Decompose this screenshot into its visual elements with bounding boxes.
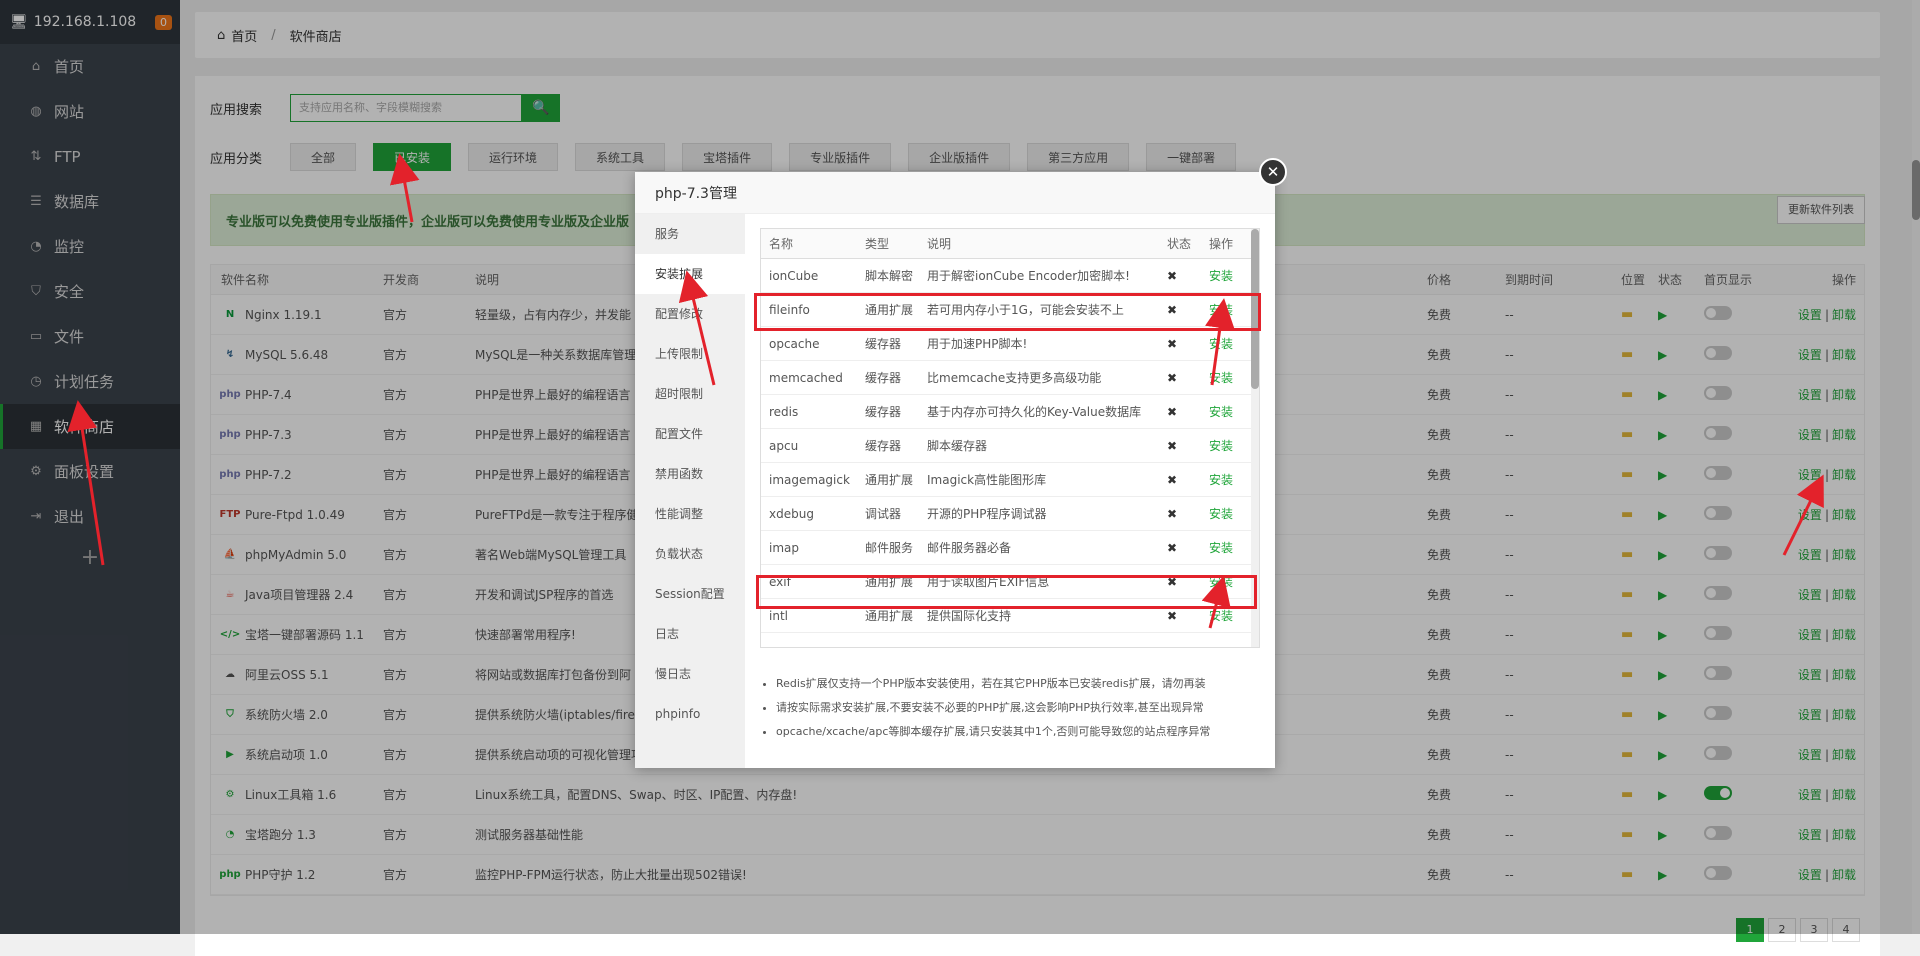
modal-menu-item-6[interactable]: 禁用函数 [635,454,745,494]
extension-desc: 脚本缓存器 [927,439,988,453]
not-installed-icon: ✖ [1167,438,1178,453]
extension-desc: 用于加速PHP脚本! [927,337,1028,351]
install-button[interactable]: 安装 [1209,505,1233,522]
extension-name: memcached [769,370,843,385]
modal-menu-item-2[interactable]: 配置修改 [635,294,745,334]
extension-name: opcache [769,336,820,351]
not-installed-icon: ✖ [1167,608,1178,623]
install-button[interactable]: 安装 [1209,335,1233,352]
extension-type: 邮件服务 [865,541,914,555]
install-button[interactable]: 安装 [1209,573,1233,590]
extension-row: xdebug 调试器 开源的PHP程序调试器 ✖ 安装 [761,497,1259,531]
extension-name: ionCube [769,268,819,283]
extension-type: 通用扩展 [865,303,914,317]
extension-type: 缓存器 [865,371,902,385]
extension-desc: 用于解密ionCube Encoder加密脚本! [927,269,1130,283]
note-item: 请按实际需求安装扩展,不要安装不必要的PHP扩展,这会影响PHP执行效率,甚至出… [776,696,1260,720]
extension-row: opcache 缓存器 用于加速PHP脚本! ✖ 安装 [761,327,1259,361]
extension-name: apcu [769,438,799,453]
modal-menu-item-7[interactable]: 性能调整 [635,494,745,534]
modal-menu-item-10[interactable]: 日志 [635,614,745,654]
extension-row: memcached 缓存器 比memcache支持更多高级功能 ✖ 安装 [761,361,1259,395]
modal-menu-item-12[interactable]: phpinfo [635,694,745,734]
extension-name: intl [769,608,788,623]
extension-type: 通用扩展 [865,609,914,623]
extension-desc: 若可用内存小于1G，可能会安装不上 [927,303,1124,317]
ext-col-op: 操作 [1209,237,1234,251]
not-installed-icon: ✖ [1167,540,1178,555]
extension-type: 缓存器 [865,439,902,453]
extension-desc: 邮件服务器必备 [927,541,1012,555]
extension-row: imagemagick 通用扩展 Imagick高性能图形库 ✖ 安装 [761,463,1259,497]
extension-row: fileinfo 通用扩展 若可用内存小于1G，可能会安装不上 ✖ 安装 [761,293,1259,327]
extension-desc: Imagick高性能图形库 [927,473,1047,487]
modal-menu-item-8[interactable]: 负载状态 [635,534,745,574]
install-button[interactable]: 安装 [1209,539,1233,556]
modal-menu-item-9[interactable]: Session配置 [635,574,745,614]
modal-menu: 服务 安装扩展 配置修改 上传限制 超时限制 配置文件 禁用函数 性能调整 负载状态 Sessio… [635,214,745,768]
extension-row: ionCube 脚本解密 用于解密ionCube Encoder加密脚本! ✖ 安装 [761,259,1259,293]
ext-col-desc: 说明 [927,237,952,251]
modal-menu-item-5[interactable]: 配置文件 [635,414,745,454]
modal-body: 名称 类型 说明 状态 操作 ionCube 脚本解密 用于解密ionCube En… [760,228,1260,744]
extension-name: redis [769,404,799,419]
extension-name: imap [769,540,799,555]
ext-col-status: 状态 [1167,237,1192,251]
extension-row: exif 通用扩展 用于读取图片EXIF信息 ✖ 安装 [761,565,1259,599]
not-installed-icon: ✖ [1167,302,1178,317]
modal-menu-item-1[interactable]: 安装扩展 [635,254,745,294]
ext-col-name: 名称 [769,237,794,251]
not-installed-icon: ✖ [1167,506,1178,521]
extension-type: 脚本解密 [865,269,914,283]
not-installed-icon: ✖ [1167,370,1178,385]
extension-type: 通用扩展 [865,575,914,589]
extension-row: intl 通用扩展 提供国际化支持 ✖ 安装 [761,599,1259,633]
extension-desc: 开源的PHP程序调试器 [927,507,1047,521]
extension-desc: 比memcache支持更多高级功能 [927,371,1102,385]
not-installed-icon: ✖ [1167,574,1178,589]
modal-menu-item-11[interactable]: 慢日志 [635,654,745,694]
ext-col-type: 类型 [865,237,890,251]
install-button[interactable]: 安装 [1209,471,1233,488]
install-button[interactable]: 安装 [1209,267,1233,284]
modal-menu-item-3[interactable]: 上传限制 [635,334,745,374]
extension-type: 缓存器 [865,405,902,419]
modal-title: php-7.3管理 [635,172,1275,214]
extension-table: 名称 类型 说明 状态 操作 ionCube 脚本解密 用于解密ionCube En… [760,228,1260,648]
install-button[interactable]: 安装 [1209,403,1233,420]
notes-list: Redis扩展仅支持一个PHP版本安装使用，若在其它PHP版本已安装redis扩… [760,672,1260,744]
install-button[interactable]: 安装 [1209,607,1233,624]
extension-name: exif [769,574,791,589]
not-installed-icon: ✖ [1167,336,1178,351]
extension-desc: 提供国际化支持 [927,609,1012,623]
extension-name: xdebug [769,506,814,521]
modal-menu-item-0[interactable]: 服务 [635,214,745,254]
extension-desc: 用于读取图片EXIF信息 [927,575,1050,589]
extension-type: 缓存器 [865,337,902,351]
install-button[interactable]: 安装 [1209,369,1233,386]
extension-type: 通用扩展 [865,473,914,487]
extension-scrollbar[interactable] [1251,229,1259,647]
not-installed-icon: ✖ [1167,472,1178,487]
extension-row: redis 缓存器 基于内存亦可持久化的Key-Value数据库 ✖ 安装 [761,395,1259,429]
php-manage-modal: php-7.3管理 ✕ 服务 安装扩展 配置修改 上传限制 超时限制 配置文件 禁用函数 性能… [635,158,1287,768]
note-item: opcache/xcache/apc等脚本缓存扩展,请只安装其中1个,否则可能导… [776,720,1260,744]
not-installed-icon: ✖ [1167,268,1178,283]
not-installed-icon: ✖ [1167,404,1178,419]
extension-row: imap 邮件服务 邮件服务器必备 ✖ 安装 [761,531,1259,565]
install-button[interactable]: 安装 [1209,301,1233,318]
extension-row: apcu 缓存器 脚本缓存器 ✖ 安装 [761,429,1259,463]
extension-desc: 基于内存亦可持久化的Key-Value数据库 [927,405,1142,419]
modal-menu-item-4[interactable]: 超时限制 [635,374,745,414]
extension-name: fileinfo [769,302,810,317]
extension-name: imagemagick [769,472,850,487]
extension-type: 调试器 [865,507,902,521]
note-item: Redis扩展仅支持一个PHP版本安装使用，若在其它PHP版本已安装redis扩… [776,672,1260,696]
close-icon[interactable]: ✕ [1259,158,1287,186]
extension-table-header: 名称 类型 说明 状态 操作 [761,229,1259,259]
install-button[interactable]: 安装 [1209,437,1233,454]
